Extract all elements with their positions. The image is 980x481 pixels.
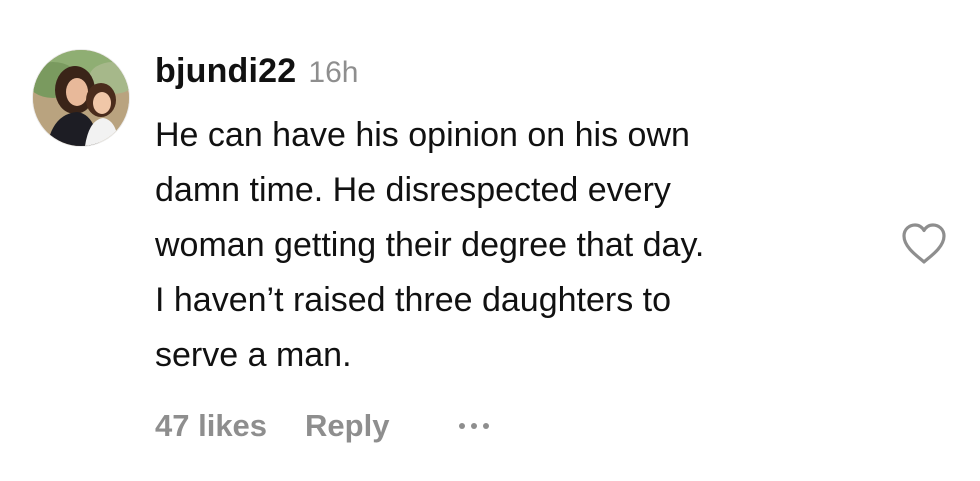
comment-text-line: serve a man. <box>155 336 352 374</box>
comment-text: He can have his opinion on his own damn … <box>155 108 875 383</box>
more-horizontal-icon <box>483 423 490 429</box>
comment-text-line: He can have his opinion on his own <box>155 116 690 154</box>
reply-button[interactable]: Reply <box>305 408 389 444</box>
likes-count-link[interactable]: 47 likes <box>155 408 267 444</box>
avatar-photo-icon <box>33 50 129 146</box>
more-horizontal-icon <box>471 423 478 429</box>
more-horizontal-icon <box>459 423 466 429</box>
more-options-button[interactable] <box>459 416 490 436</box>
comment-timestamp[interactable]: 16h <box>308 56 358 90</box>
comment-body: bjundi22 16h He can have his opinion on … <box>155 52 875 383</box>
comment-header: bjundi22 16h <box>155 52 875 100</box>
comment-text-line: woman getting their degree that day. <box>155 226 705 264</box>
like-button[interactable] <box>900 222 948 266</box>
avatar[interactable] <box>33 50 129 146</box>
comment-item: bjundi22 16h He can have his opinion on … <box>0 0 980 481</box>
username-link[interactable]: bjundi22 <box>155 52 296 91</box>
heart-outline-icon <box>902 223 946 264</box>
comment-actions: 47 likes Reply <box>155 402 490 450</box>
comment-text-line: damn time. He disrespected every <box>155 171 671 209</box>
comment-text-line: I haven’t raised three daughters to <box>155 281 671 319</box>
